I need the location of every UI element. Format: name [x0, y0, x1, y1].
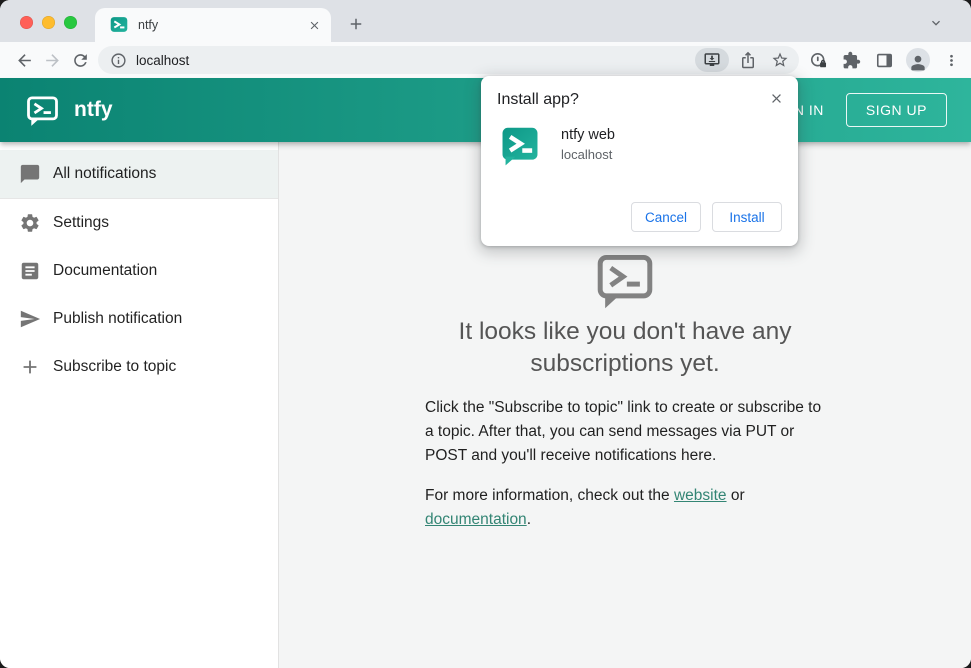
website-link[interactable]: website [674, 487, 727, 504]
browser-window: ntfy localhost ntfy IN SIGN UP All notif… [0, 0, 971, 668]
extensions-puzzle-icon[interactable] [840, 49, 862, 71]
tab-title: ntfy [138, 18, 159, 32]
dialog-actions: Cancel Install [631, 202, 782, 232]
cancel-button[interactable]: Cancel [631, 202, 701, 232]
dialog-app-name: ntfy web [561, 127, 615, 143]
sidebar-item-label: Publish notification [53, 310, 183, 327]
site-info-icon[interactable] [110, 52, 127, 69]
password-manager-extension-icon[interactable] [807, 49, 829, 71]
ntfy-logo-gray-icon [597, 254, 653, 309]
dialog-app-row: ntfy web localhost [497, 126, 782, 166]
ntfy-favicon-icon [110, 17, 128, 32]
minimize-window-button[interactable] [42, 16, 55, 29]
share-icon[interactable] [735, 47, 761, 73]
browser-toolbar: localhost [0, 42, 971, 78]
gear-icon [21, 214, 39, 232]
empty-state-body: Click the "Subscribe to topic" link to c… [425, 399, 822, 464]
sidebar-item-publish-notification[interactable]: Publish notification [0, 295, 278, 343]
bookmark-star-icon[interactable] [767, 47, 793, 73]
back-icon[interactable] [10, 46, 38, 74]
dialog-app-origin: localhost [561, 147, 613, 162]
forward-icon[interactable] [38, 46, 66, 74]
install-app-icon[interactable] [695, 48, 729, 72]
send-icon [20, 310, 41, 328]
tab-close-icon[interactable] [305, 16, 323, 34]
sidebar-item-documentation[interactable]: Documentation [0, 247, 278, 295]
new-tab-button[interactable] [343, 11, 369, 37]
install-app-dialog: Install app? ntfy web localhost Cancel I… [481, 76, 798, 246]
sidebar-item-subscribe-to-topic[interactable]: Subscribe to topic [0, 343, 278, 391]
sidebar-item-label: Documentation [53, 262, 158, 279]
side-panel-icon[interactable] [873, 49, 895, 71]
address-bar[interactable]: localhost [98, 46, 799, 74]
install-button[interactable]: Install [712, 202, 782, 232]
documentation-link[interactable]: documentation [425, 511, 527, 528]
tab-search-chevron-icon[interactable] [925, 12, 947, 34]
profile-avatar[interactable] [906, 48, 930, 72]
reload-icon[interactable] [66, 46, 94, 74]
browser-tab-ntfy[interactable]: ntfy [95, 8, 331, 42]
url-text: localhost [136, 52, 190, 68]
sign-up-button[interactable]: SIGN UP [845, 93, 947, 127]
article-icon [21, 262, 39, 280]
sidebar-item-label: All notifications [53, 165, 157, 182]
more-info-prefix: For more information, check out the [425, 487, 674, 504]
sidebar-item-all-notifications[interactable]: All notifications [0, 150, 278, 198]
empty-state-heading: It looks like you don't have any subscri… [458, 318, 792, 377]
maximize-window-button[interactable] [64, 16, 77, 29]
plus-icon [23, 360, 37, 374]
tab-strip: ntfy [0, 0, 971, 42]
close-window-button[interactable] [20, 16, 33, 29]
dialog-title: Install app? [497, 91, 579, 108]
toolbar-extensions [807, 48, 961, 72]
sidebar-nav: All notifications Settings Documentation… [0, 142, 279, 668]
more-info-suffix: . [526, 511, 531, 528]
chat-bubble-icon [20, 164, 40, 184]
window-controls [20, 16, 77, 29]
more-info-middle: or [726, 487, 745, 504]
ntfy-app-icon [502, 127, 538, 166]
sidebar-item-label: Subscribe to topic [53, 358, 177, 375]
ntfy-logo-icon [27, 96, 58, 126]
empty-state-more-info: For more information, check out the webs… [425, 484, 825, 532]
dialog-close-icon[interactable] [765, 87, 787, 109]
sidebar-item-label: Settings [53, 214, 110, 231]
browser-menu-kebab-icon[interactable] [941, 50, 961, 70]
dialog-app-meta: ntfy web localhost [561, 126, 615, 162]
sidebar-item-settings[interactable]: Settings [0, 199, 278, 247]
